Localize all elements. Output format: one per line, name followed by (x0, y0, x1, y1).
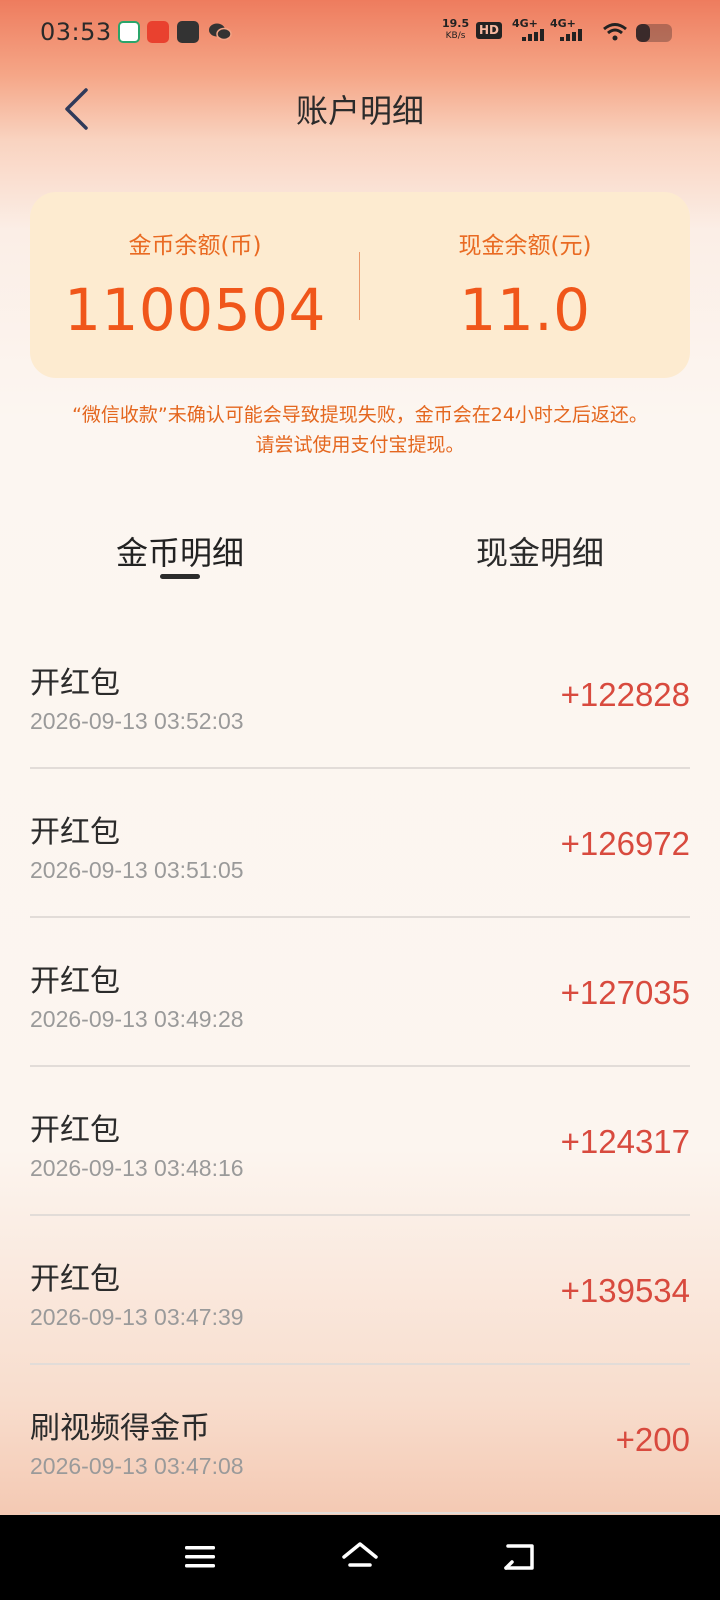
record-amount: +122828 (560, 676, 690, 713)
record-amount: +127035 (560, 974, 690, 1011)
coin-records-list: 开红包 2026-09-13 03:52:03 +122828 开红包 2026… (30, 620, 690, 1514)
signal-sim1: 4G+ (512, 18, 546, 43)
coin-balance-value: 1100504 (64, 276, 326, 344)
coin-balance: 金币余额(币) 1100504 (30, 192, 360, 378)
tab-cash-details[interactable]: 现金明细 (460, 528, 620, 574)
active-tab-indicator (160, 574, 200, 579)
back-system-button[interactable] (495, 1535, 545, 1579)
wechat-notification-icon (207, 21, 233, 43)
menu-button[interactable] (175, 1535, 225, 1579)
list-item[interactable]: 刷视频得金币 2026-09-13 03:47:08 +200 (30, 1365, 690, 1514)
balance-card: 金币余额(币) 1100504 现金余额(元) 11.0 (30, 192, 690, 378)
record-title: 刷视频得金币 (30, 1411, 210, 1446)
net-speed-unit: KB/s (445, 31, 466, 41)
record-amount: +139534 (560, 1272, 690, 1309)
page-title: 账户明细 (295, 92, 424, 130)
tab-coin-details[interactable]: 金币明细 (100, 528, 260, 574)
home-icon (342, 1542, 378, 1567)
list-item[interactable]: 开红包 2026-09-13 03:48:16 +124317 (30, 1067, 690, 1216)
withdraw-notice: “微信收款”未确认可能会导致提现失败，金币会在24小时之后返还。 请尝试使用支付… (40, 400, 680, 460)
record-time: 2026-09-13 03:48:16 (30, 1155, 244, 1181)
record-title: 开红包 (30, 666, 120, 701)
menu-icon (185, 1546, 215, 1568)
game-notification-icon (147, 21, 169, 43)
record-time: 2026-09-13 03:49:28 (30, 1006, 244, 1032)
battery-icon (636, 24, 672, 42)
hd-badge: HD (476, 22, 503, 39)
list-item[interactable]: 开红包 2026-09-13 03:49:28 +127035 (30, 918, 690, 1067)
status-time: 03:53 (40, 18, 112, 46)
signal-bars-icon (560, 29, 582, 41)
record-amount: +126972 (560, 825, 690, 862)
record-title: 开红包 (30, 1113, 120, 1148)
app-notification-icon (118, 21, 140, 43)
cash-balance-label: 现金余额(元) (458, 233, 592, 259)
net-speed: 19.5 KB/s (442, 18, 469, 42)
wifi-icon (602, 22, 628, 44)
cash-balance-value: 11.0 (459, 276, 591, 344)
status-bar: 03:53 19.5 KB/s HD 4G+ 4G+ (0, 0, 720, 66)
record-time: 2026-09-13 03:51:05 (30, 857, 244, 883)
card-notification-icon (177, 21, 199, 43)
record-amount: +124317 (560, 1123, 690, 1160)
notice-line-1: “微信收款”未确认可能会导致提现失败，金币会在24小时之后返还。 (72, 404, 648, 426)
notice-line-2: 请尝试使用支付宝提现。 (255, 434, 465, 456)
list-item[interactable]: 开红包 2026-09-13 03:51:05 +126972 (30, 769, 690, 918)
record-title: 开红包 (30, 964, 120, 999)
record-title: 开红包 (30, 815, 120, 850)
list-item[interactable]: 开红包 2026-09-13 03:47:39 +139534 (30, 1216, 690, 1365)
record-time: 2026-09-13 03:47:08 (30, 1453, 244, 1479)
record-title: 开红包 (30, 1262, 120, 1297)
list-item[interactable]: 开红包 2026-09-13 03:52:03 +122828 (30, 620, 690, 769)
cash-balance: 现金余额(元) 11.0 (360, 192, 690, 378)
signal-sim2: 4G+ (550, 18, 584, 43)
home-button[interactable] (335, 1535, 385, 1579)
record-time: 2026-09-13 03:52:03 (30, 708, 244, 734)
system-nav-bar (0, 1515, 720, 1600)
net-speed-value: 19.5 (442, 17, 470, 30)
record-time: 2026-09-13 03:47:39 (30, 1304, 244, 1330)
signal-bars-icon (522, 29, 544, 41)
return-icon (504, 1544, 534, 1570)
coin-balance-label: 金币余额(币) (128, 233, 262, 259)
record-amount: +200 (615, 1421, 690, 1458)
